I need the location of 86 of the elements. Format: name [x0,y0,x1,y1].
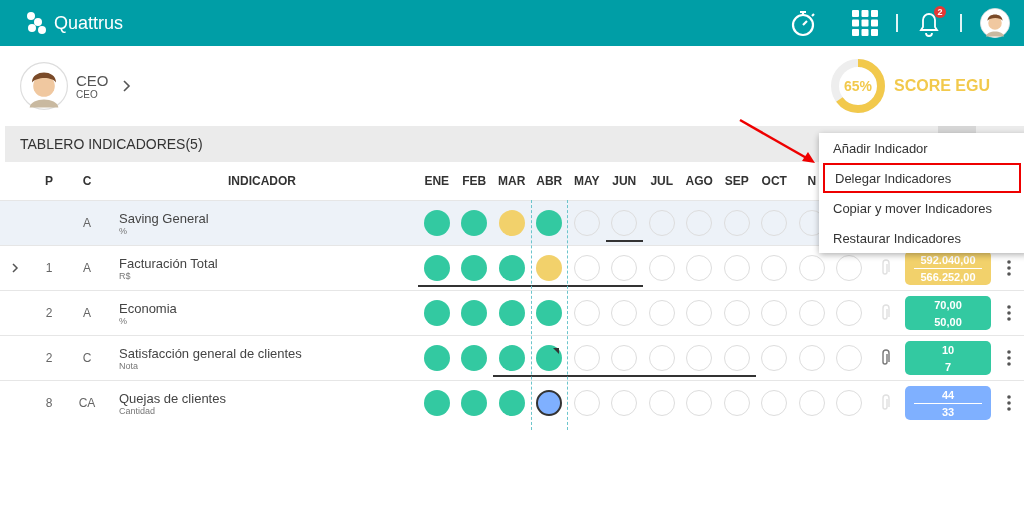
target-value: 10 [941,343,955,356]
month-header: AGO [684,174,714,188]
month-header: ABR [535,174,564,188]
target-value: 70,00 [934,298,962,311]
month-status-dot[interactable] [423,345,450,371]
month-status-dot[interactable] [461,210,488,236]
indicator-unit: Nota [119,360,139,371]
month-header: ENE [423,174,451,188]
indicator-name: Satisfacción general de clientes [119,345,303,361]
profile-subtitle: CEO [76,89,99,100]
category-cell-text: C [81,351,93,365]
month-status-dot[interactable] [536,345,563,371]
score-value: 65% [843,78,872,94]
priority-cell-text: 2 [44,306,54,320]
category-cell-text: CA [77,396,97,410]
paperclip-icon[interactable] [880,304,890,322]
indicator-row[interactable]: 2 C Satisfacción general de clientes Nota 10 7 [0,335,1024,380]
month-header: JUL [649,174,675,188]
app-name: Quattrus [54,12,124,34]
target-value: 44 [941,388,955,401]
indicator-name: Quejas de clientes [119,390,227,406]
category-cell-text: A [82,261,92,275]
actual-value: 50,00 [934,315,962,328]
month-header: MAY [572,174,601,188]
month-status-dot[interactable] [536,255,563,281]
paperclip-icon[interactable] [880,394,890,412]
indicator-row[interactable]: 2 A Economia % 70,00 50,00 [0,290,1024,335]
indicator-unit: Cantidad [119,405,156,416]
month-status-dot[interactable] [461,255,488,281]
priority-cell-text: 8 [44,396,54,410]
column-header: INDICADOR [227,174,297,188]
month-status-dot[interactable] [423,210,450,236]
indicator-unit: R$ [119,270,132,281]
month-status-dot[interactable] [423,300,450,326]
score-label: SCORE EGU [894,77,990,95]
month-status-dot[interactable] [498,300,525,326]
month-header: FEB [461,174,488,188]
column-header: P [44,174,54,188]
actual-value: 7 [944,360,952,373]
month-status-dot[interactable] [423,255,450,281]
priority-cell-text: 1 [44,261,54,275]
month-status-dot[interactable] [461,345,488,371]
month-header: OCT [760,174,788,188]
panel-title: TABLERO INDICADORES(5) [20,136,203,152]
indicator-name: Economia [119,300,178,316]
stopwatch-icon[interactable] [790,9,816,37]
notification-badge: 2 [934,6,946,18]
month-status-dot[interactable] [536,210,563,236]
month-status-dot[interactable] [536,300,563,326]
month-header: SEP [723,174,750,188]
logo-icon [26,11,48,35]
category-cell-text: A [82,306,92,320]
actual-value: 33 [941,405,955,418]
profile-avatar [20,62,68,110]
category-cell-text: A [82,216,92,230]
score-donut [830,58,886,114]
indicator-unit: % [119,315,128,326]
month-header: JUN [611,174,638,188]
paperclip-icon[interactable] [880,349,890,367]
paperclip-icon[interactable] [880,259,890,277]
priority-cell-text: 2 [44,351,54,365]
user-avatar[interactable] [980,8,1010,38]
avatar-icon [980,8,1010,38]
month-status-dot[interactable] [461,390,488,416]
indicator-unit: % [119,225,127,236]
month-header: N [806,174,818,188]
menu-item[interactable]: Restaurar Indicadores [819,223,1024,253]
month-header: MAR [497,174,527,188]
actual-value: 566.252,00 [920,270,976,283]
month-status-dot[interactable] [461,300,488,326]
menu-item[interactable]: Añadir Indicador [819,133,1024,163]
month-status-dot[interactable] [423,390,450,416]
indicator-name: Saving General [119,210,210,226]
chevron-right-icon[interactable] [122,80,131,92]
apps-grid-icon[interactable] [852,10,878,36]
month-status-dot[interactable] [536,390,563,416]
month-status-dot[interactable] [498,390,525,416]
month-status-dot[interactable] [498,210,525,236]
indicator-row[interactable]: 8 CA Quejas de clientes Cantidad 44 33 [0,380,1024,425]
column-header: C [81,174,93,188]
target-value: 592.040,00 [920,253,976,266]
profile-title: CEO [76,72,109,89]
month-status-dot[interactable] [498,345,525,371]
indicator-name: Facturación Total [119,255,219,271]
month-status-dot[interactable] [498,255,525,281]
menu-item[interactable]: Delegar Indicadores [823,163,1021,193]
